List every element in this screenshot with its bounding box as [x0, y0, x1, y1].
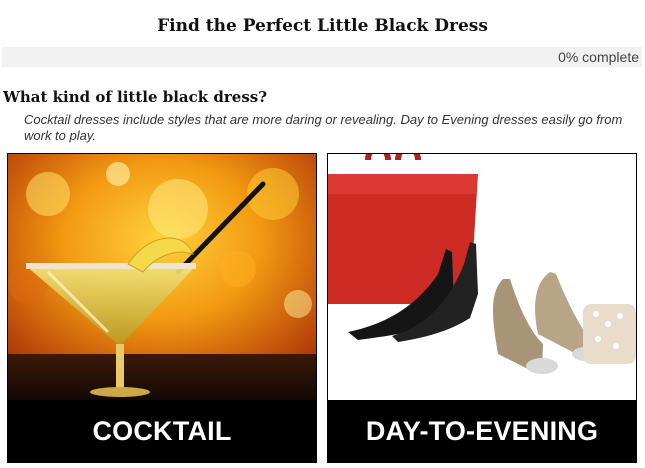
- option-day-to-evening[interactable]: DAY-TO-EVENING: [327, 153, 637, 463]
- option-day-to-evening-label: DAY-TO-EVENING: [328, 400, 636, 462]
- page-title: Find the Perfect Little Black Dress: [157, 16, 488, 36]
- handbag-and-heels-image: [328, 154, 636, 400]
- option-cocktail[interactable]: COCKTAIL: [7, 153, 317, 463]
- progress-text: 0% complete: [558, 49, 639, 65]
- progress-bar: 0% complete: [2, 47, 642, 67]
- question-description: Cocktail dresses include styles that are…: [24, 112, 623, 143]
- option-cocktail-label: COCKTAIL: [8, 400, 316, 462]
- question-title: What kind of little black dress?: [3, 88, 267, 106]
- cocktail-image: [8, 154, 316, 400]
